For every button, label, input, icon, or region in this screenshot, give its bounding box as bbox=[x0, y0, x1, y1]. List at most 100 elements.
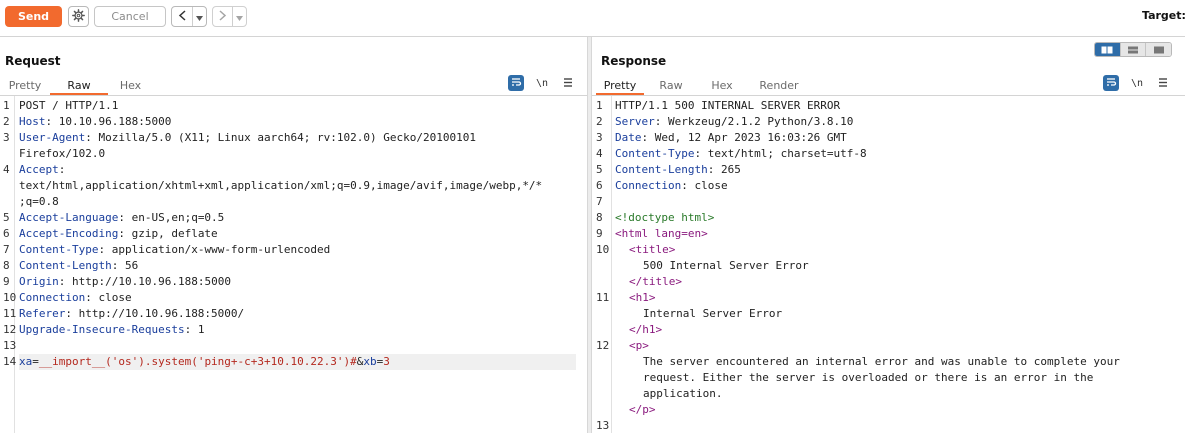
response-line-gutter: 1 2 3 4 5 6 7 8 9 10 11 12 13 bbox=[592, 96, 612, 433]
html-tag: <h1> bbox=[629, 291, 656, 304]
back-button[interactable] bbox=[172, 7, 192, 26]
tab-hex[interactable]: Hex bbox=[698, 75, 746, 95]
wrap-lines-icon bbox=[510, 76, 522, 91]
response-panel: Response Pretty Raw Hex Render \n 1 2 3 … bbox=[592, 37, 1185, 433]
line-number: 11 bbox=[3, 307, 17, 320]
header-value: : http://10.10.96.188:5000 bbox=[58, 275, 231, 288]
newline-toggle-button[interactable]: \n bbox=[534, 75, 550, 91]
wrap-lines-button[interactable] bbox=[508, 75, 524, 91]
single-pane-icon bbox=[1153, 43, 1165, 56]
wrap-lines-button[interactable] bbox=[1103, 75, 1119, 91]
line-text: POST / HTTP/1.1 bbox=[19, 99, 119, 112]
line-number: 13 bbox=[596, 419, 610, 432]
code-line: Content-Length: 265 bbox=[615, 162, 741, 178]
header-value: : gzip, deflate bbox=[118, 227, 218, 240]
layout-split-vertical-button[interactable] bbox=[1120, 43, 1147, 56]
header-name: Content-Type bbox=[615, 147, 695, 160]
line-number: 12 bbox=[3, 323, 17, 336]
code-line: Content-Type: text/html; charset=utf-8 bbox=[615, 146, 867, 162]
request-title: Request bbox=[5, 54, 61, 68]
cancel-button[interactable]: Cancel bbox=[94, 6, 166, 27]
code-line: request. Either the server is overloaded… bbox=[643, 370, 1093, 386]
line-text: application. bbox=[643, 387, 723, 400]
header-name: Date bbox=[615, 131, 642, 144]
tab-raw[interactable]: Raw bbox=[644, 75, 698, 95]
forward-history-dropdown[interactable] bbox=[232, 7, 246, 26]
line-number: 4 bbox=[3, 163, 10, 176]
code-line: POST / HTTP/1.1 bbox=[19, 98, 118, 114]
response-viewer[interactable]: 1 2 3 4 5 6 7 8 9 10 11 12 13 HTTP/1.1 500 INTERNAL … bbox=[592, 96, 1185, 433]
code-line: Origin: http://10.10.96.188:5000 bbox=[19, 274, 231, 290]
line-number: 10 bbox=[3, 291, 17, 304]
header-value: : 56 bbox=[111, 259, 139, 272]
code-line: Firefox/102.0 bbox=[19, 146, 105, 162]
header-value: : close bbox=[681, 179, 728, 192]
code-line: Connection: close bbox=[19, 290, 132, 306]
newline-icon: \n bbox=[1130, 77, 1144, 89]
header-value: : en-US,en;q=0.5 bbox=[118, 211, 225, 224]
code-line: 500 Internal Server Error bbox=[643, 258, 809, 274]
html-tag: <html bbox=[615, 227, 655, 240]
request-menu-button[interactable] bbox=[560, 75, 576, 91]
layout-split-horizontal-button[interactable] bbox=[1095, 43, 1121, 56]
header-name: Content-Length bbox=[615, 163, 708, 176]
line-number: 8 bbox=[3, 259, 10, 272]
code-line: User-Agent: Mozilla/5.0 (X11; Linux aarc… bbox=[19, 130, 476, 146]
header-value: : Werkzeug/2.1.2 Python/3.8.10 bbox=[654, 115, 854, 128]
header-name: Accept bbox=[19, 163, 59, 176]
layout-single-pane-button[interactable] bbox=[1146, 43, 1171, 56]
line-number: 5 bbox=[596, 163, 603, 176]
line-text: Firefox/102.0 bbox=[19, 147, 106, 160]
forward-button[interactable] bbox=[213, 7, 232, 26]
wrap-lines-icon bbox=[1105, 76, 1117, 91]
settings-button[interactable] bbox=[68, 6, 89, 27]
doctype-declaration: <!doctype html> bbox=[615, 211, 715, 224]
line-number: 9 bbox=[3, 275, 10, 288]
split-horizontal-icon bbox=[1101, 43, 1113, 56]
back-history-dropdown[interactable] bbox=[192, 7, 206, 26]
tab-pretty[interactable]: Pretty bbox=[0, 75, 50, 95]
chevron-left-icon bbox=[178, 9, 187, 24]
newline-toggle-button[interactable]: \n bbox=[1129, 75, 1145, 91]
line-number: 2 bbox=[596, 115, 603, 128]
tab-render[interactable]: Render bbox=[746, 75, 812, 95]
header-name: Content-Type bbox=[19, 243, 99, 256]
code-line: Accept-Language: en-US,en;q=0.5 bbox=[19, 210, 224, 226]
code-line: Server: Werkzeug/2.1.2 Python/3.8.10 bbox=[615, 114, 853, 130]
header-name: Content-Length bbox=[19, 259, 112, 272]
layout-toggle bbox=[1094, 42, 1172, 57]
code-line: </p> bbox=[629, 402, 656, 418]
line-text: The server encountered an internal error… bbox=[643, 355, 1120, 368]
response-menu-button[interactable] bbox=[1155, 75, 1171, 91]
tab-hex[interactable]: Hex bbox=[108, 75, 153, 95]
param-name: xb bbox=[363, 355, 377, 368]
param-name: xa bbox=[19, 355, 33, 368]
request-editor-tools: \n bbox=[498, 75, 576, 91]
chevron-right-icon bbox=[218, 9, 227, 24]
line-number: 3 bbox=[3, 131, 10, 144]
request-editor[interactable]: 1 2 3 4 5 6 7 8 9 10 11 12 13 14 POST / HTTP/1.1 Host:… bbox=[0, 96, 587, 433]
code-line: <html lang=en> bbox=[615, 226, 708, 242]
code-line: application. bbox=[643, 386, 722, 402]
html-tag: <p> bbox=[629, 339, 649, 352]
header-name: Server bbox=[615, 115, 655, 128]
header-value: : text/html; charset=utf-8 bbox=[694, 147, 867, 160]
code-line: The server encountered an internal error… bbox=[643, 354, 1120, 370]
send-button[interactable]: Send bbox=[5, 6, 62, 27]
line-number: 11 bbox=[596, 291, 610, 304]
line-number: 2 bbox=[3, 115, 10, 128]
html-tag: =en bbox=[681, 227, 702, 240]
line-number: 9 bbox=[596, 227, 603, 240]
header-name: Origin bbox=[19, 275, 59, 288]
tab-raw[interactable]: Raw bbox=[50, 75, 108, 95]
header-name: Referer bbox=[19, 307, 66, 320]
target-label[interactable]: Target: h bbox=[1142, 9, 1185, 22]
param-value: __import__('os').system('ping+-c+3+10.10… bbox=[38, 355, 357, 368]
header-value: : 1 bbox=[184, 323, 205, 336]
html-tag: <title> bbox=[629, 243, 676, 256]
header-name: Accept-Encoding bbox=[19, 227, 119, 240]
tab-pretty[interactable]: Pretty bbox=[596, 75, 644, 95]
menu-icon bbox=[563, 76, 573, 90]
line-number: 7 bbox=[3, 243, 10, 256]
line-number: 8 bbox=[596, 211, 603, 224]
